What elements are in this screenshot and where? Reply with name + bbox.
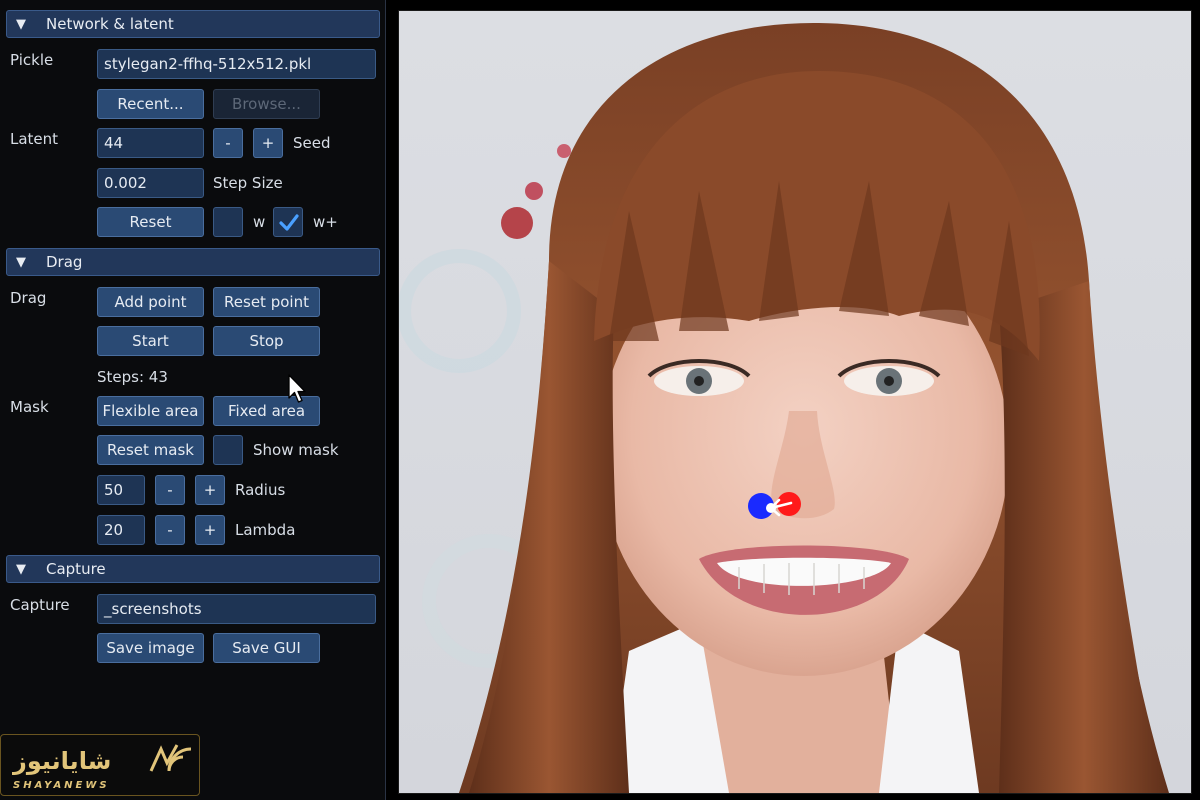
steps-counter: Steps: 43	[97, 368, 168, 386]
reset-mask-button[interactable]: Reset mask	[97, 435, 204, 465]
generated-face-image	[399, 22, 1169, 793]
radius-plus-button[interactable]: +	[195, 475, 225, 505]
seed-minus-button[interactable]: -	[213, 128, 243, 158]
section-header-network-latent[interactable]: ▼ Network & latent	[6, 10, 380, 38]
w-plus-label: w+	[313, 213, 338, 231]
save-gui-button[interactable]: Save GUI	[213, 633, 320, 663]
collapse-triangle-icon: ▼	[16, 16, 26, 32]
mouse-cursor-icon	[288, 374, 306, 403]
lambda-minus-button[interactable]: -	[155, 515, 185, 545]
pickle-label: Pickle	[10, 51, 54, 69]
section-title: Capture	[46, 560, 106, 578]
seed-plus-button[interactable]: +	[253, 128, 283, 158]
step-size-input[interactable]: 0.002	[97, 168, 204, 198]
save-image-button[interactable]: Save image	[97, 633, 204, 663]
seed-input[interactable]: 44	[97, 128, 204, 158]
reset-point-button[interactable]: Reset point	[213, 287, 320, 317]
stop-button[interactable]: Stop	[213, 326, 320, 356]
svg-text:شایانیوز: شایانیوز	[12, 747, 111, 775]
capture-label: Capture	[10, 596, 70, 614]
collapse-triangle-icon: ▼	[16, 561, 26, 577]
add-point-button[interactable]: Add point	[97, 287, 204, 317]
show-mask-label: Show mask	[253, 441, 339, 459]
checkmark-icon	[279, 214, 299, 231]
radius-minus-button[interactable]: -	[155, 475, 185, 505]
lambda-input[interactable]: 20	[97, 515, 145, 545]
lambda-label: Lambda	[235, 521, 296, 539]
pickle-path-input[interactable]: stylegan2-ffhq-512x512.pkl	[97, 49, 376, 79]
browse-button[interactable]: Browse...	[213, 89, 320, 119]
w-label: w	[253, 213, 266, 231]
mask-label: Mask	[10, 398, 49, 416]
w-checkbox[interactable]	[213, 207, 243, 237]
collapse-triangle-icon: ▼	[16, 254, 26, 270]
recent-button[interactable]: Recent...	[97, 89, 204, 119]
flexible-area-button[interactable]: Flexible area	[97, 396, 204, 426]
capture-path-input[interactable]: _screenshots	[97, 594, 376, 624]
latent-label: Latent	[10, 130, 59, 148]
step-size-label: Step Size	[213, 174, 283, 192]
section-title: Network & latent	[46, 15, 174, 33]
control-panel: ▼ Network & latent Pickle stylegan2-ffhq…	[0, 0, 386, 800]
seed-label: Seed	[293, 134, 331, 152]
radius-input[interactable]: 50	[97, 475, 145, 505]
radius-label: Radius	[235, 481, 286, 499]
lambda-plus-button[interactable]: +	[195, 515, 225, 545]
shayanews-logo-text: SHAYANEWS	[13, 780, 110, 791]
drag-label: Drag	[10, 289, 47, 307]
shayanews-logo-graphic: شایانیوز	[12, 744, 192, 775]
section-header-capture[interactable]: ▼ Capture	[6, 555, 380, 583]
section-header-drag[interactable]: ▼ Drag	[6, 248, 380, 276]
image-canvas[interactable]	[398, 10, 1192, 794]
start-button[interactable]: Start	[97, 326, 204, 356]
shayanews-watermark-logo: شایانیوز SHAYANEWS	[0, 734, 200, 796]
w-plus-checkbox[interactable]	[273, 207, 303, 237]
show-mask-checkbox[interactable]	[213, 435, 243, 465]
reset-latent-button[interactable]: Reset	[97, 207, 204, 237]
section-title: Drag	[46, 253, 83, 271]
